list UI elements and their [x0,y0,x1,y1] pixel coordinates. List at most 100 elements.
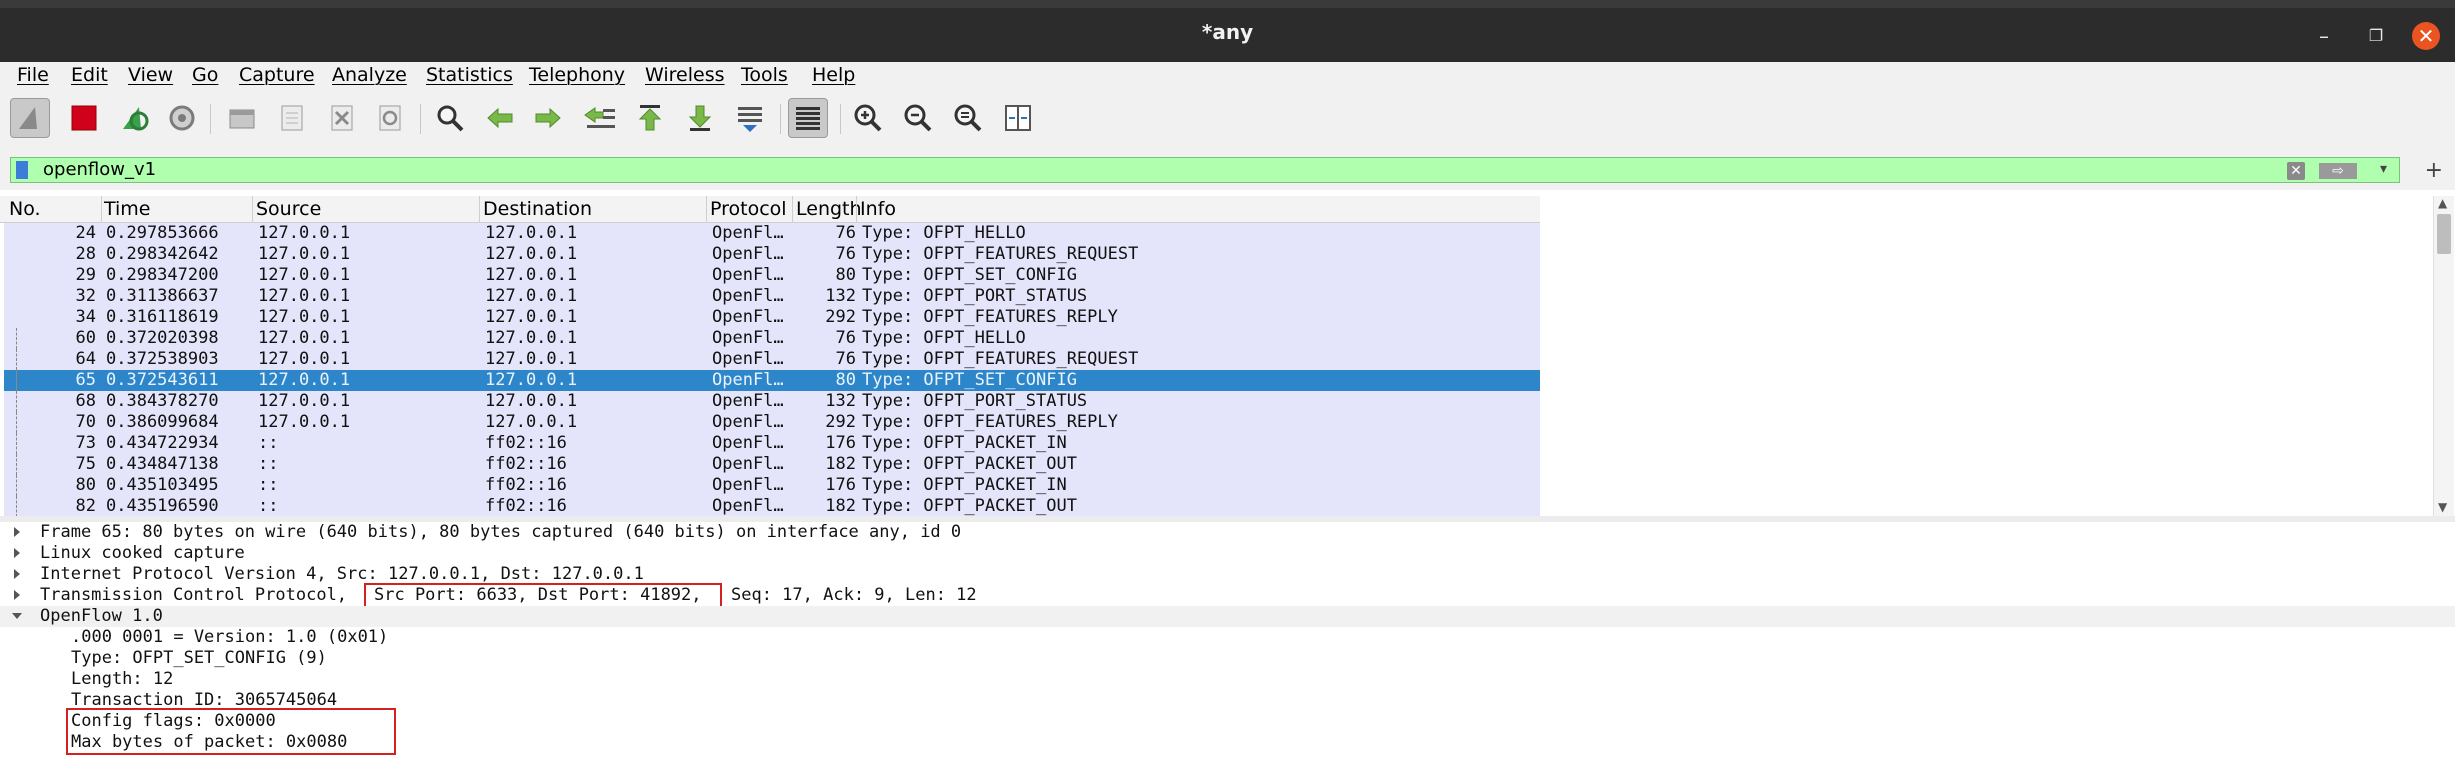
open-file-icon [229,109,255,129]
close-file-button[interactable] [322,98,362,138]
table-row[interactable]: 73 0.434722934:: ff02::16 OpenFl… 176 Type: O… [4,433,1540,454]
colorize-button[interactable] [788,98,828,138]
detail-row-version[interactable]: .000 0001 = Version: 1.0 (0x01) [0,627,2455,648]
go-to-packet-button[interactable] [580,98,620,138]
resize-columns-icon [1005,105,1031,131]
autoscroll-button[interactable] [730,98,770,138]
menu-telephony[interactable]: Telephony [529,64,625,86]
table-row[interactable]: 70 0.386099684 127.0.0.1 127.0.0.1 OpenFl… 29… [4,412,1540,433]
table-row[interactable]: 29 0.298347200 127.0.0.1 127.0.0.1 OpenFl… 80… [4,265,1540,286]
detail-row-type[interactable]: Type: OFPT_SET_CONFIG (9) [0,648,2455,669]
column-header-destination[interactable]: Destination [483,198,592,220]
scroll-down-icon[interactable]: ▼ [2438,500,2447,514]
go-back-button[interactable] [480,98,520,138]
go-first-button[interactable] [630,98,670,138]
column-separator[interactable] [706,196,707,222]
cell-src: 127.0.0.1 [258,412,351,432]
bookmark-icon[interactable] [16,161,28,179]
cell-len: 80 [835,265,856,285]
cell-len: 76 [835,223,856,243]
scroll-up-icon[interactable]: ▲ [2438,196,2447,210]
find-packet-button[interactable] [430,98,470,138]
restart-capture-button[interactable] [114,98,154,138]
menu-file[interactable]: File [17,64,49,86]
table-row[interactable]: 34 0.316118619 127.0.0.1 127.0.0.1 OpenFl… 29… [4,307,1540,328]
table-row[interactable]: 28 0.298342642 127.0.0.1 127.0.0.1 OpenFl… 76… [4,244,1540,265]
column-header-length[interactable]: Length [796,198,862,220]
expand-arrow-icon[interactable] [14,569,20,579]
table-row[interactable]: 82 0.435196590:: ff02::16 OpenFl… 182 Type: O… [4,496,1540,517]
capture-options-button[interactable] [162,98,202,138]
menu-edit[interactable]: Edit [71,64,108,86]
expand-arrow-icon[interactable] [14,590,20,600]
save-file-button[interactable] [272,98,312,138]
capture-options-icon [169,105,195,131]
reload-file-button[interactable] [370,98,410,138]
detail-ip-text: Internet Protocol Version 4, Src: 127.0.… [40,564,644,584]
column-header-source[interactable]: Source [256,198,321,220]
menu-statistics[interactable]: Statistics [426,64,513,86]
menu-wireless[interactable]: Wireless [645,64,725,86]
menu-view[interactable]: View [128,64,173,86]
detail-row-linux-cooked[interactable]: Linux cooked capture [0,543,2455,564]
detail-row-length[interactable]: Length: 12 [0,669,2455,690]
resize-columns-button[interactable] [998,98,1038,138]
cell-dst: ff02::16 [485,496,567,516]
display-filter-input[interactable]: openflow_v1 ✕ ⇨ ▾ [10,157,2400,183]
table-row-selected[interactable]: 65 0.372543611 127.0.0.1 127.0.0.1 OpenFl… 80… [4,370,1540,391]
zoom-in-button[interactable] [848,98,888,138]
go-forward-button[interactable] [528,98,568,138]
close-button[interactable]: ✕ [2412,22,2440,50]
shark-fin-start-icon [19,107,37,129]
table-row[interactable]: 75 0.434847138:: ff02::16 OpenFl… 182 Type: O… [4,454,1540,475]
cell-dst: 127.0.0.1 [485,391,578,411]
go-forward-icon [535,107,561,129]
cell-src: :: [258,454,279,474]
apply-filter-icon[interactable]: ⇨ [2319,163,2357,179]
table-row[interactable]: 64 0.372538903 127.0.0.1 127.0.0.1 OpenFl… 76… [4,349,1540,370]
column-header-time[interactable]: Time [104,198,151,220]
start-capture-button[interactable] [10,98,50,138]
column-separator[interactable] [856,196,857,222]
menu-tools[interactable]: Tools [741,64,788,86]
menu-analyze[interactable]: Analyze [332,64,407,86]
maximize-button[interactable]: ❐ [2362,22,2390,50]
detail-row-ip[interactable]: Internet Protocol Version 4, Src: 127.0.… [0,564,2455,585]
scrollbar-thumb[interactable] [2437,214,2451,254]
collapse-arrow-icon[interactable] [12,613,22,619]
zoom-out-button[interactable] [898,98,938,138]
clear-filter-icon[interactable]: ✕ [2287,162,2305,180]
table-row[interactable]: 68 0.384378270 127.0.0.1 127.0.0.1 OpenFl… 13… [4,391,1540,412]
table-row[interactable]: 32 0.311386637 127.0.0.1 127.0.0.1 OpenFl… 13… [4,286,1540,307]
column-separator[interactable] [792,196,793,222]
stop-capture-button[interactable] [64,98,104,138]
column-header-info[interactable]: Info [860,198,896,220]
menu-go[interactable]: Go [192,64,218,86]
table-row[interactable]: 80 0.435103495:: ff02::16 OpenFl… 176 Type: O… [4,475,1540,496]
packet-list-scrollbar[interactable]: ▲ ▼ [2433,196,2454,516]
minimize-button[interactable]: – [2310,22,2338,50]
go-last-button[interactable] [680,98,720,138]
column-separator[interactable] [252,196,253,222]
add-filter-button-plus-icon[interactable]: + [2425,158,2443,183]
cell-dst: 127.0.0.1 [485,370,578,390]
expand-arrow-icon[interactable] [14,548,20,558]
cell-proto: OpenFl… [712,412,784,432]
expand-arrow-icon[interactable] [14,527,20,537]
column-separator[interactable] [479,196,480,222]
column-header-no[interactable]: No. [9,198,41,220]
cell-src: :: [258,433,279,453]
column-separator[interactable] [101,196,102,222]
detail-row-openflow[interactable]: OpenFlow 1.0 [0,606,2455,627]
table-row[interactable]: 24 0.297853666 127.0.0.1 127.0.0.1 OpenFl… 76… [4,223,1540,244]
detail-row-frame[interactable]: Frame 65: 80 bytes on wire (640 bits), 8… [0,522,2455,543]
cell-dst: 127.0.0.1 [485,412,578,432]
column-header-protocol[interactable]: Protocol [710,198,787,220]
menu-help[interactable]: Help [812,64,855,86]
table-row[interactable]: 60 0.372020398 127.0.0.1 127.0.0.1 OpenFl… 76… [4,328,1540,349]
window-title: *any [1201,20,1254,44]
chevron-down-icon[interactable]: ▾ [2380,161,2387,177]
open-file-button[interactable] [222,98,262,138]
menu-capture[interactable]: Capture [239,64,315,86]
zoom-normal-button[interactable] [948,98,988,138]
